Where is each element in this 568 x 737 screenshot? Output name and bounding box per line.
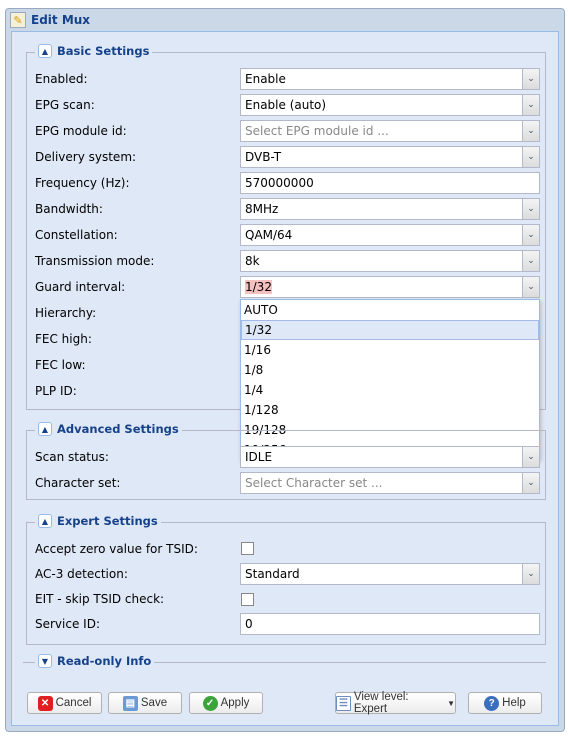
placeholder: Select Character set ... xyxy=(245,476,383,490)
value: 8MHz xyxy=(245,202,279,216)
enabled-select[interactable]: Enable ⌄ xyxy=(240,68,540,90)
list-icon: ☰ xyxy=(336,695,351,711)
dropdown-option[interactable]: 1/8 xyxy=(241,360,539,380)
value: IDLE xyxy=(245,450,273,464)
bandwidth-select[interactable]: 8MHz ⌄ xyxy=(240,198,540,220)
save-button[interactable]: ▤ Save xyxy=(108,692,182,714)
cancel-icon: ✕ xyxy=(37,695,53,711)
chevron-down-icon[interactable]: ⌄ xyxy=(522,277,539,297)
value: 1/32 xyxy=(245,280,272,294)
epg-scan-select[interactable]: Enable (auto) ⌄ xyxy=(240,94,540,116)
dropdown-option[interactable]: 1/128 xyxy=(241,400,539,420)
cancel-button[interactable]: ✕ Cancel xyxy=(27,692,102,714)
dropdown-option[interactable]: 1/32 xyxy=(241,320,539,340)
plp-id-label: PLP ID: xyxy=(35,384,77,398)
label: Save xyxy=(140,697,168,709)
label: Apply xyxy=(220,697,250,709)
fec-low-label: FEC low: xyxy=(35,358,86,372)
expand-icon[interactable]: ▼ xyxy=(38,654,52,668)
view-level-button[interactable]: ☰ View level: Expert ▼ xyxy=(335,691,456,715)
chevron-down-icon[interactable]: ⌄ xyxy=(522,69,539,89)
basic-settings-legend[interactable]: ▲ Basic Settings xyxy=(35,44,153,58)
guard-interval-select[interactable]: 1/32 ⌄ xyxy=(240,276,540,298)
transmission-mode-label: Transmission mode: xyxy=(35,254,155,268)
eit-label: EIT - skip TSID check: xyxy=(35,592,165,606)
expert-settings-legend[interactable]: ▲ Expert Settings xyxy=(35,514,161,528)
value: 0 xyxy=(245,617,253,631)
chevron-down-icon[interactable]: ⌄ xyxy=(522,251,539,271)
apply-button[interactable]: ✓ Apply xyxy=(189,692,263,714)
collapse-icon[interactable]: ▲ xyxy=(38,44,52,58)
title-text: Edit Mux xyxy=(31,13,91,27)
value: Enable xyxy=(245,72,286,86)
ac3-label: AC-3 detection: xyxy=(35,567,128,581)
edit-pencil-icon: ✎ xyxy=(10,12,26,28)
value: 570000000 xyxy=(245,176,314,190)
fec-high-label: FEC high: xyxy=(35,332,92,346)
scan-status-label: Scan status: xyxy=(35,450,109,464)
collapse-icon[interactable]: ▲ xyxy=(38,514,52,528)
constellation-label: Constellation: xyxy=(35,228,118,242)
transmission-mode-select[interactable]: 8k ⌄ xyxy=(240,250,540,272)
service-id-input[interactable]: 0 xyxy=(240,613,540,635)
chevron-down-icon[interactable]: ⌄ xyxy=(522,121,539,141)
character-set-select[interactable]: Select Character set ... ⌄ xyxy=(240,472,540,494)
value: Standard xyxy=(245,567,300,581)
label: Cancel xyxy=(55,697,92,709)
save-icon: ▤ xyxy=(122,695,138,711)
chevron-down-icon[interactable]: ⌄ xyxy=(522,95,539,115)
collapse-icon[interactable]: ▲ xyxy=(38,422,52,436)
delivery-system-label: Delivery system: xyxy=(35,150,137,164)
epg-module-id-label: EPG module id: xyxy=(35,124,127,138)
hierarchy-label: Hierarchy: xyxy=(35,306,97,320)
readonly-info-legend[interactable]: ▼ Read-only Info xyxy=(35,654,155,668)
bandwidth-label: Bandwidth: xyxy=(35,202,103,216)
tsid-checkbox[interactable] xyxy=(241,542,254,555)
value: 8k xyxy=(245,254,260,268)
advanced-settings-legend[interactable]: ▲ Advanced Settings xyxy=(35,422,182,436)
legend-text: Basic Settings xyxy=(57,44,150,58)
epg-scan-label: EPG scan: xyxy=(35,98,95,112)
label: View level: Expert xyxy=(353,691,409,715)
help-icon: ? xyxy=(484,695,500,711)
dropdown-option[interactable]: AUTO xyxy=(241,300,539,320)
legend-text: Expert Settings xyxy=(57,514,158,528)
tsid-label: Accept zero value for TSID: xyxy=(35,542,198,556)
dropdown-option[interactable]: 1/16 xyxy=(241,340,539,360)
help-button[interactable]: ? Help xyxy=(468,692,542,714)
frequency-hz-label: Frequency (Hz): xyxy=(35,176,130,190)
chevron-down-icon[interactable]: ⌄ xyxy=(522,147,539,167)
guard-interval-label: Guard interval: xyxy=(35,280,126,294)
character-set-label: Character set: xyxy=(35,476,121,490)
value: DVB-T xyxy=(245,150,282,164)
legend-text: Advanced Settings xyxy=(57,422,179,436)
service-id-label: Service ID: xyxy=(35,617,100,631)
value: Enable (auto) xyxy=(245,98,327,112)
legend-text: Read-only Info xyxy=(57,654,152,668)
ac3-select[interactable]: Standard ⌄ xyxy=(240,563,540,585)
delivery-system-select[interactable]: DVB-T ⌄ xyxy=(240,146,540,168)
chevron-down-icon[interactable]: ⌄ xyxy=(522,225,539,245)
frequency-hz-input[interactable]: 570000000 xyxy=(240,172,540,194)
placeholder: Select EPG module id ... xyxy=(245,124,389,138)
chevron-down-icon[interactable]: ⌄ xyxy=(522,447,539,467)
enabled-label: Enabled: xyxy=(35,72,88,86)
scan-status-select[interactable]: IDLE ⌄ xyxy=(240,446,540,468)
chevron-down-icon[interactable]: ⌄ xyxy=(522,199,539,219)
window-title: ✎ Edit Mux xyxy=(10,10,90,30)
chevron-down-icon[interactable]: ⌄ xyxy=(522,473,539,493)
label: Help xyxy=(502,697,526,709)
eit-checkbox[interactable] xyxy=(241,593,254,606)
epg-module-id-select[interactable]: Select EPG module id ... ⌄ xyxy=(240,120,540,142)
caret-down-icon: ▼ xyxy=(447,698,455,708)
dropdown-option[interactable]: 1/4 xyxy=(241,380,539,400)
constellation-select[interactable]: QAM/64 ⌄ xyxy=(240,224,540,246)
check-icon: ✓ xyxy=(202,695,218,711)
chevron-down-icon[interactable]: ⌄ xyxy=(522,564,539,584)
value: QAM/64 xyxy=(245,228,293,242)
